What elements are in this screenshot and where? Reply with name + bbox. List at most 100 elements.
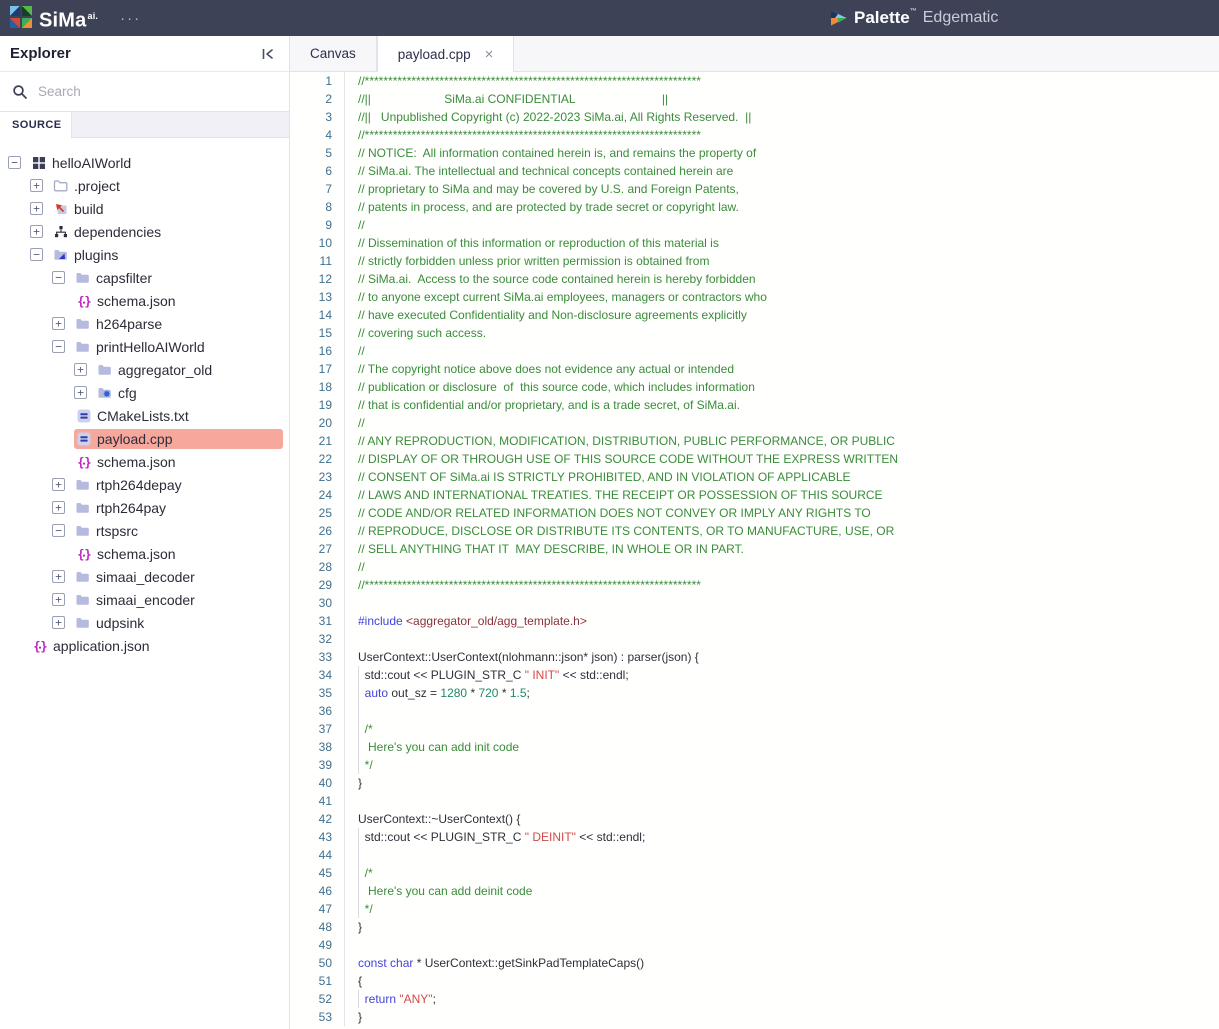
code-line-content[interactable]: Here's you can add init code [345, 738, 1219, 756]
code-line-content[interactable]: // to anyone except current SiMa.ai empl… [345, 288, 1219, 306]
tree-item-cmakelists-txt[interactable]: CMakeLists.txt [0, 404, 289, 427]
tree-item-body[interactable]: {}schema.json [74, 452, 283, 472]
code-line[interactable]: 47 */ [290, 900, 1219, 918]
code-line[interactable]: 42UserContext::~UserContext() { [290, 810, 1219, 828]
code-line[interactable]: 1//*************************************… [290, 72, 1219, 90]
tree-item-helloaiworld[interactable]: −helloAIWorld [0, 151, 289, 174]
code-line[interactable]: 41 [290, 792, 1219, 810]
code-line-content[interactable]: { [345, 972, 1219, 990]
code-line-content[interactable]: // patents in process, and are protected… [345, 198, 1219, 216]
collapse-node-icon[interactable]: − [8, 156, 21, 169]
code-line-content[interactable]: #include <aggregator_old/agg_template.h> [345, 612, 1219, 630]
code-line[interactable]: 11// strictly forbidden unless prior wri… [290, 252, 1219, 270]
tree-item--project[interactable]: +.project [0, 174, 289, 197]
code-line-content[interactable]: // [345, 414, 1219, 432]
tree-item-capsfilter[interactable]: −capsfilter [0, 266, 289, 289]
code-line[interactable]: 8// patents in process, and are protecte… [290, 198, 1219, 216]
code-line[interactable]: 35 auto out_sz = 1280 * 720 * 1.5; [290, 684, 1219, 702]
tree-item-body[interactable]: rtph264pay [73, 498, 283, 518]
code-line[interactable]: 38 Here's you can add init code [290, 738, 1219, 756]
tree-item-udpsink[interactable]: +udpsink [0, 611, 289, 634]
code-line-content[interactable]: // DISPLAY OF OR THROUGH USE OF THIS SOU… [345, 450, 1219, 468]
tab-canvas[interactable]: Canvas [290, 36, 377, 71]
code-line[interactable]: 18// publication or disclosure of this s… [290, 378, 1219, 396]
code-line-content[interactable]: // strictly forbidden unless prior writt… [345, 252, 1219, 270]
code-line[interactable]: 31#include <aggregator_old/agg_template.… [290, 612, 1219, 630]
tree-item-body[interactable]: capsfilter [73, 268, 283, 288]
code-line-content[interactable]: // ANY REPRODUCTION, MODIFICATION, DISTR… [345, 432, 1219, 450]
code-line-content[interactable] [345, 792, 1219, 810]
close-tab-icon[interactable]: × [485, 47, 494, 62]
tree-item-body[interactable]: .project [51, 176, 283, 196]
tree-item-body[interactable]: payload.cpp [74, 429, 283, 449]
tree-item-body[interactable]: build [51, 199, 283, 219]
code-line[interactable]: 29//************************************… [290, 576, 1219, 594]
code-line[interactable]: 2//|| SiMa.ai CONFIDENTIAL || [290, 90, 1219, 108]
tree-item-body[interactable]: rtspsrc [73, 521, 283, 541]
code-line[interactable]: 48} [290, 918, 1219, 936]
tree-item-body[interactable]: printHelloAIWorld [73, 337, 283, 357]
tab-source[interactable]: SOURCE [0, 112, 72, 138]
code-line-content[interactable]: Here's you can add deinit code [345, 882, 1219, 900]
code-line-content[interactable]: //|| Unpublished Copyright (c) 2022-2023… [345, 108, 1219, 126]
header-menu-dots-icon[interactable]: ··· [120, 10, 141, 27]
search-input[interactable] [38, 84, 277, 99]
code-line-content[interactable]: auto out_sz = 1280 * 720 * 1.5; [345, 684, 1219, 702]
tree-item-body[interactable]: rtph264depay [73, 475, 283, 495]
expand-node-icon[interactable]: + [74, 363, 87, 376]
expand-node-icon[interactable]: + [30, 202, 43, 215]
code-line[interactable]: 7// proprietary to SiMa and may be cover… [290, 180, 1219, 198]
tree-item-schema-json[interactable]: {}schema.json [0, 542, 289, 565]
code-line-content[interactable]: UserContext::~UserContext() { [345, 810, 1219, 828]
code-line[interactable]: 12// SiMa.ai. Access to the source code … [290, 270, 1219, 288]
code-line-content[interactable]: // [345, 342, 1219, 360]
tree-item-body[interactable]: dependencies [51, 222, 283, 242]
code-line-content[interactable]: // covering such access. [345, 324, 1219, 342]
code-line[interactable]: 28// [290, 558, 1219, 576]
code-line-content[interactable]: } [345, 918, 1219, 936]
code-line-content[interactable]: // Dissemination of this information or … [345, 234, 1219, 252]
code-line[interactable]: 45 /* [290, 864, 1219, 882]
collapse-node-icon[interactable]: − [30, 248, 43, 261]
code-line-content[interactable]: UserContext::UserContext(nlohmann::json*… [345, 648, 1219, 666]
tree-item-simaai-decoder[interactable]: +simaai_decoder [0, 565, 289, 588]
tree-item-body[interactable]: {}application.json [30, 636, 283, 656]
tree-item-aggregator-old[interactable]: +aggregator_old [0, 358, 289, 381]
code-line[interactable]: 33UserContext::UserContext(nlohmann::jso… [290, 648, 1219, 666]
tree-item-application-json[interactable]: {}application.json [0, 634, 289, 657]
code-line[interactable]: 21// ANY REPRODUCTION, MODIFICATION, DIS… [290, 432, 1219, 450]
code-line-content[interactable]: // REPRODUCE, DISCLOSE OR DISTRIBUTE ITS… [345, 522, 1219, 540]
code-line-content[interactable]: //|| SiMa.ai CONFIDENTIAL || [345, 90, 1219, 108]
code-line-content[interactable]: //**************************************… [345, 126, 1219, 144]
code-line[interactable]: 27// SELL ANYTHING THAT IT MAY DESCRIBE,… [290, 540, 1219, 558]
code-line-content[interactable]: } [345, 1008, 1219, 1026]
code-line[interactable]: 19// that is confidential and/or proprie… [290, 396, 1219, 414]
code-line[interactable]: 4//*************************************… [290, 126, 1219, 144]
expand-node-icon[interactable]: + [52, 478, 65, 491]
tree-item-schema-json[interactable]: {}schema.json [0, 289, 289, 312]
code-line-content[interactable]: // [345, 216, 1219, 234]
collapse-node-icon[interactable]: − [52, 271, 65, 284]
code-line[interactable]: 23// CONSENT OF SiMa.ai IS STRICTLY PROH… [290, 468, 1219, 486]
code-line[interactable]: 43 std::cout << PLUGIN_STR_C " DEINIT" <… [290, 828, 1219, 846]
code-line[interactable]: 46 Here's you can add deinit code [290, 882, 1219, 900]
tree-item-cfg[interactable]: +cfg [0, 381, 289, 404]
code-line-content[interactable]: // have executed Confidentiality and Non… [345, 306, 1219, 324]
code-line-content[interactable] [345, 936, 1219, 954]
code-line[interactable]: 22// DISPLAY OF OR THROUGH USE OF THIS S… [290, 450, 1219, 468]
code-line-content[interactable]: */ [345, 756, 1219, 774]
code-line[interactable]: 49 [290, 936, 1219, 954]
code-line-content[interactable]: std::cout << PLUGIN_STR_C " INIT" << std… [345, 666, 1219, 684]
tree-item-body[interactable]: simaai_decoder [73, 567, 283, 587]
code-line-content[interactable]: // publication or disclosure of this sou… [345, 378, 1219, 396]
code-line[interactable]: 15// covering such access. [290, 324, 1219, 342]
tree-item-body[interactable]: plugins [51, 245, 283, 265]
code-line-content[interactable]: // that is confidential and/or proprieta… [345, 396, 1219, 414]
code-line-content[interactable] [345, 630, 1219, 648]
code-line-content[interactable]: // LAWS AND INTERNATIONAL TREATIES. THE … [345, 486, 1219, 504]
code-line[interactable]: 26// REPRODUCE, DISCLOSE OR DISTRIBUTE I… [290, 522, 1219, 540]
code-line-content[interactable]: const char * UserContext::getSinkPadTemp… [345, 954, 1219, 972]
code-line[interactable]: 36 [290, 702, 1219, 720]
code-line[interactable]: 25// CODE AND/OR RELATED INFORMATION DOE… [290, 504, 1219, 522]
code-line-content[interactable] [345, 702, 1219, 720]
